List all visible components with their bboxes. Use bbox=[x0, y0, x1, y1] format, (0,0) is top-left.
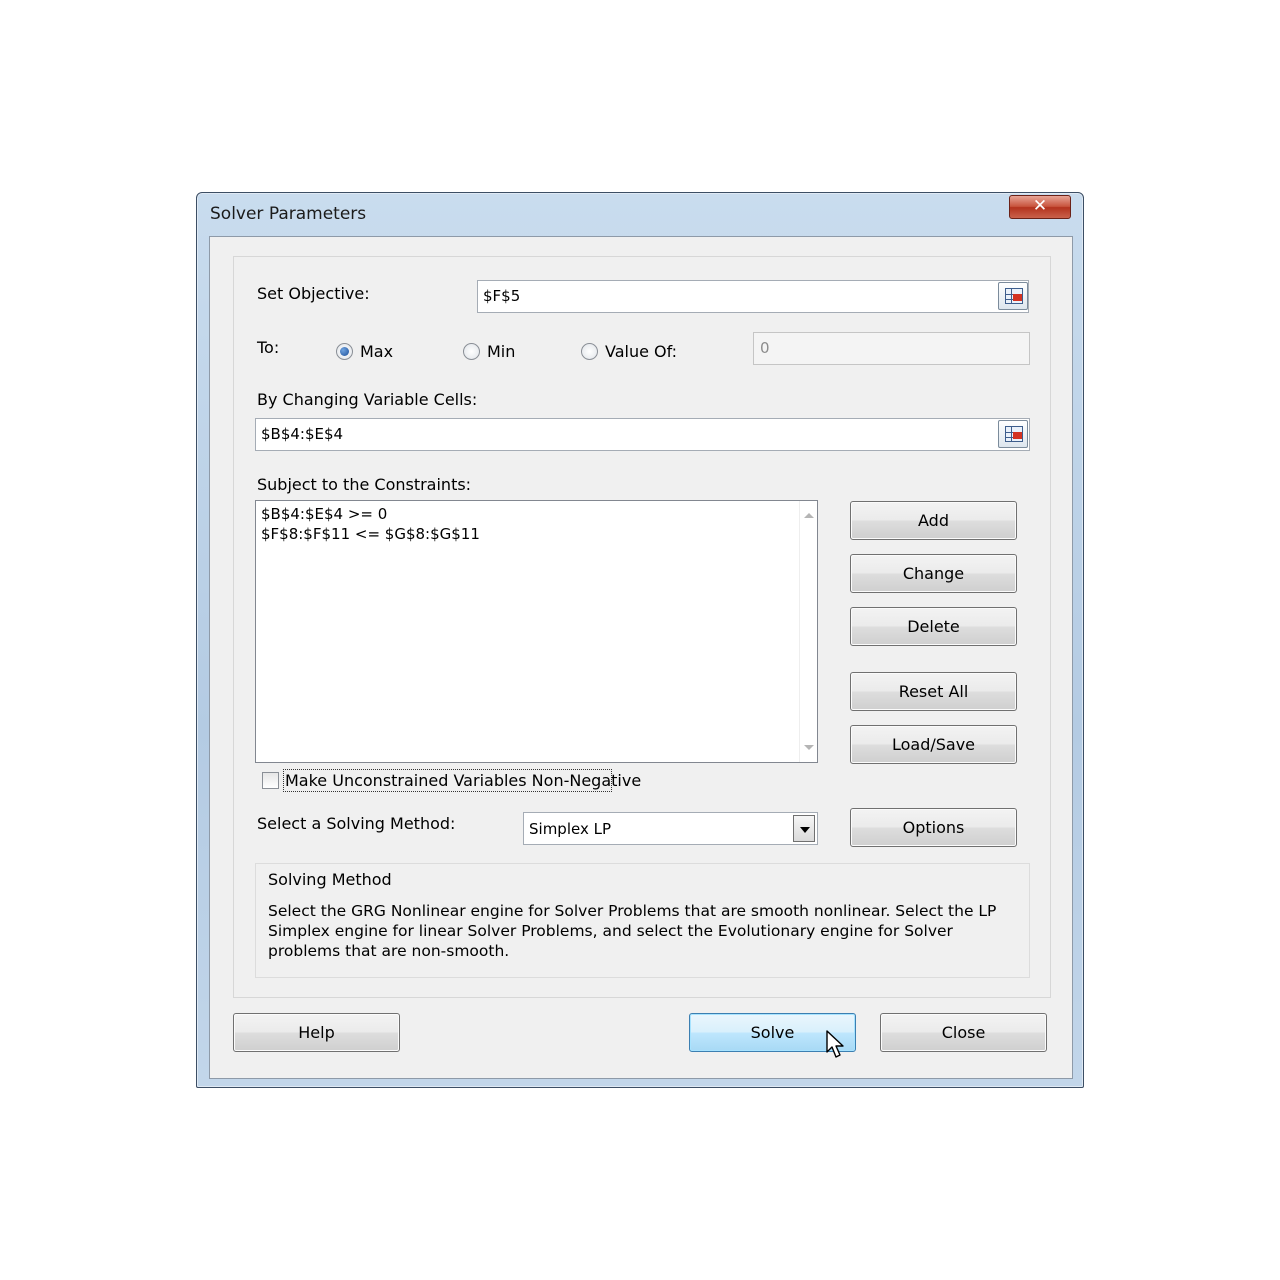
constraint-item[interactable]: $F$8:$F$11 <= $G$8:$G$11 bbox=[261, 524, 480, 544]
solving-method-select[interactable]: Simplex LP bbox=[523, 812, 818, 845]
value-of-radio-label[interactable]: Value Of: bbox=[605, 342, 677, 361]
changing-cells-label: By Changing Variable Cells: bbox=[257, 390, 478, 409]
solving-method-label: Select a Solving Method: bbox=[257, 814, 456, 833]
to-label: To: bbox=[257, 338, 280, 357]
min-radio[interactable] bbox=[463, 343, 480, 360]
non-negative-checkbox[interactable] bbox=[262, 772, 279, 789]
value-of-radio[interactable] bbox=[581, 343, 598, 360]
solving-method-group-title: Solving Method bbox=[268, 870, 392, 889]
range-selector-icon bbox=[1005, 288, 1023, 304]
window-title: Solver Parameters bbox=[210, 204, 367, 224]
constraints-scrollbar[interactable] bbox=[799, 501, 817, 762]
solving-method-value: Simplex LP bbox=[529, 820, 612, 838]
close-icon: ✕ bbox=[1032, 196, 1048, 216]
mouse-pointer-icon bbox=[826, 1030, 844, 1058]
parameters-panel: Set Objective: $F$5 To: Max Min Value Of… bbox=[233, 256, 1051, 998]
close-button[interactable]: Close bbox=[880, 1013, 1047, 1052]
load-save-button[interactable]: Load/Save bbox=[850, 725, 1017, 764]
value-of-input[interactable]: 0 bbox=[753, 332, 1030, 365]
solver-parameters-window: Solver Parameters ✕ Set Objective: $F$5 … bbox=[196, 192, 1084, 1088]
dialog-client-area: Set Objective: $F$5 To: Max Min Value Of… bbox=[209, 236, 1073, 1079]
help-button[interactable]: Help bbox=[233, 1013, 400, 1052]
range-selector-icon bbox=[1005, 426, 1023, 442]
min-radio-label[interactable]: Min bbox=[487, 342, 515, 361]
objective-range-selector-button[interactable] bbox=[998, 282, 1028, 310]
changing-cells-range-selector-button[interactable] bbox=[998, 420, 1028, 448]
set-objective-label: Set Objective: bbox=[257, 284, 370, 303]
change-button[interactable]: Change bbox=[850, 554, 1017, 593]
solving-method-groupbox: Solving Method Select the GRG Nonlinear … bbox=[255, 863, 1030, 978]
set-objective-input[interactable]: $F$5 bbox=[477, 280, 1029, 313]
window-close-button[interactable]: ✕ bbox=[1009, 195, 1071, 219]
constraints-label: Subject to the Constraints: bbox=[257, 475, 472, 494]
max-radio-label[interactable]: Max bbox=[360, 342, 393, 361]
constraints-listbox[interactable]: $B$4:$E$4 >= 0 $F$8:$F$11 <= $G$8:$G$11 bbox=[255, 500, 818, 763]
solving-method-description: Select the GRG Nonlinear engine for Solv… bbox=[268, 902, 997, 960]
dropdown-arrow-icon[interactable] bbox=[793, 815, 815, 842]
changing-cells-input[interactable]: $B$4:$E$4 bbox=[255, 418, 1030, 451]
scroll-up-icon[interactable] bbox=[804, 513, 814, 518]
constraint-item[interactable]: $B$4:$E$4 >= 0 bbox=[261, 504, 480, 524]
reset-all-button[interactable]: Reset All bbox=[850, 672, 1017, 711]
scroll-down-icon[interactable] bbox=[804, 745, 814, 750]
non-negative-label[interactable]: Make Unconstrained Variables Non-Negativ… bbox=[285, 771, 641, 790]
options-button[interactable]: Options bbox=[850, 808, 1017, 847]
add-button[interactable]: Add bbox=[850, 501, 1017, 540]
delete-button[interactable]: Delete bbox=[850, 607, 1017, 646]
max-radio[interactable] bbox=[336, 343, 353, 360]
